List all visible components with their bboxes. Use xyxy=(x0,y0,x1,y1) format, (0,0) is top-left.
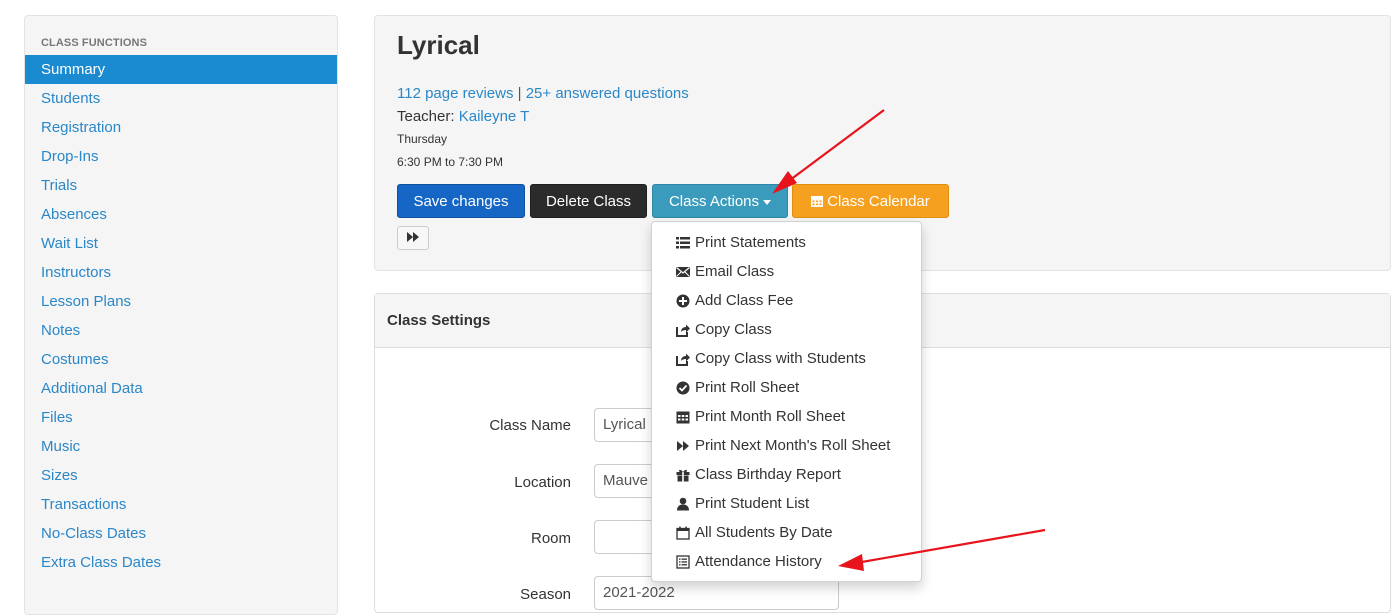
list-icon xyxy=(676,236,690,250)
class-calendar-button[interactable]: Class Calendar xyxy=(792,184,949,218)
sidebar-item-sizes[interactable]: Sizes xyxy=(25,461,337,490)
sidebar-item-files[interactable]: Files xyxy=(25,403,337,432)
menu-item-label: Class Birthday Report xyxy=(695,466,841,483)
menu-item-copy-class-with-students[interactable]: Copy Class with Students xyxy=(652,344,921,373)
separator: | xyxy=(517,85,522,102)
class-calendar-label: Class Calendar xyxy=(827,193,930,210)
menu-item-label: Add Class Fee xyxy=(695,292,794,309)
location-label: Location xyxy=(514,474,571,491)
class-actions-label: Class Actions xyxy=(668,193,760,210)
menu-item-label: Email Class xyxy=(695,263,775,280)
sidebar-item-transactions[interactable]: Transactions xyxy=(25,490,337,519)
menu-item-label: Print Statements xyxy=(695,234,806,251)
sidebar-item-lesson-plans[interactable]: Lesson Plans xyxy=(25,287,337,316)
delete-class-button[interactable]: Delete Class xyxy=(530,184,647,218)
teacher-line: Teacher: Kaileyne T xyxy=(397,108,529,125)
sidebar-item-extra-class-dates[interactable]: Extra Class Dates xyxy=(25,548,337,577)
list-alt-icon xyxy=(676,554,690,569)
sidebar-item-instructors[interactable]: Instructors xyxy=(25,258,337,287)
caret-down-icon xyxy=(763,199,772,205)
menu-item-label: Print Roll Sheet xyxy=(695,379,800,396)
teacher-link[interactable]: Kaileyne T xyxy=(459,108,530,125)
answered-questions-link[interactable]: 25+ answered questions xyxy=(526,85,689,102)
sidebar-item-wait-list[interactable]: Wait List xyxy=(25,229,337,258)
menu-item-print-student-list[interactable]: Print Student List xyxy=(652,489,921,518)
fast-forward-icon xyxy=(407,229,419,247)
menu-item-label: Print Student List xyxy=(695,495,810,512)
menu-item-class-birthday-report[interactable]: Class Birthday Report xyxy=(652,460,921,489)
class-actions-button[interactable]: Class Actions xyxy=(652,184,788,218)
sidebar-item-additional-data[interactable]: Additional Data xyxy=(25,374,337,403)
calendar-outline-icon xyxy=(676,526,690,540)
sidebar-item-notes[interactable]: Notes xyxy=(25,316,337,345)
sidebar-header: CLASS FUNCTIONS xyxy=(41,37,147,49)
share-icon xyxy=(676,323,690,337)
plus-circle-icon xyxy=(676,294,690,308)
forward-button[interactable] xyxy=(397,226,429,250)
class-day: Thursday xyxy=(397,132,448,146)
menu-item-all-students-by-date[interactable]: All Students By Date xyxy=(652,518,921,547)
page-reviews-link[interactable]: 112 page reviews xyxy=(397,85,513,102)
gift-icon xyxy=(676,468,690,482)
menu-item-print-roll-sheet[interactable]: Print Roll Sheet xyxy=(652,373,921,402)
menu-item-attendance-history[interactable]: Attendance History xyxy=(652,547,921,576)
sidebar-item-costumes[interactable]: Costumes xyxy=(25,345,337,374)
season-label: Season xyxy=(520,586,571,603)
sidebar-item-music[interactable]: Music xyxy=(25,432,337,461)
class-actions-menu: Print Statements Email Class Add Class F… xyxy=(651,221,922,582)
menu-item-label: Print Month Roll Sheet xyxy=(695,408,846,425)
menu-item-copy-class[interactable]: Copy Class xyxy=(652,315,921,344)
calendar-icon xyxy=(676,410,690,424)
room-label: Room xyxy=(530,530,571,547)
sidebar-item-trials[interactable]: Trials xyxy=(25,171,337,200)
menu-item-print-month-roll-sheet[interactable]: Print Month Roll Sheet xyxy=(652,402,921,431)
menu-item-print-statements[interactable]: Print Statements xyxy=(652,228,921,257)
sidebar-item-no-class-dates[interactable]: No-Class Dates xyxy=(25,519,337,548)
review-line: 112 page reviews | 25+ answered question… xyxy=(397,85,689,102)
calendar-icon xyxy=(811,186,824,220)
menu-item-label: Attendance History xyxy=(695,553,822,570)
page-title: Lyrical xyxy=(397,30,480,60)
menu-item-label: All Students By Date xyxy=(695,524,833,541)
menu-item-label: Print Next Month's Roll Sheet xyxy=(695,437,891,454)
class-functions-sidebar: CLASS FUNCTIONS Summary Students Registr… xyxy=(24,15,338,615)
sidebar-item-absences[interactable]: Absences xyxy=(25,200,337,229)
menu-item-label: Copy Class xyxy=(695,321,772,338)
share-icon xyxy=(676,352,690,366)
save-changes-button[interactable]: Save changes xyxy=(397,184,525,218)
menu-item-add-class-fee[interactable]: Add Class Fee xyxy=(652,286,921,315)
fast-forward-icon xyxy=(676,439,690,453)
sidebar-item-drop-ins[interactable]: Drop-Ins xyxy=(25,142,337,171)
class-name-label: Class Name xyxy=(489,417,571,434)
check-circle-icon xyxy=(676,381,690,395)
envelope-icon xyxy=(676,265,690,279)
menu-item-print-next-month-roll-sheet[interactable]: Print Next Month's Roll Sheet xyxy=(652,431,921,460)
menu-item-label: Copy Class with Students xyxy=(695,350,866,367)
sidebar-item-students[interactable]: Students xyxy=(25,84,337,113)
user-icon xyxy=(676,497,690,511)
sidebar-item-summary[interactable]: Summary xyxy=(25,55,337,84)
teacher-label: Teacher: xyxy=(397,108,455,125)
menu-item-email-class[interactable]: Email Class xyxy=(652,257,921,286)
class-time: 6:30 PM to 7:30 PM xyxy=(397,155,504,169)
sidebar-item-registration[interactable]: Registration xyxy=(25,113,337,142)
